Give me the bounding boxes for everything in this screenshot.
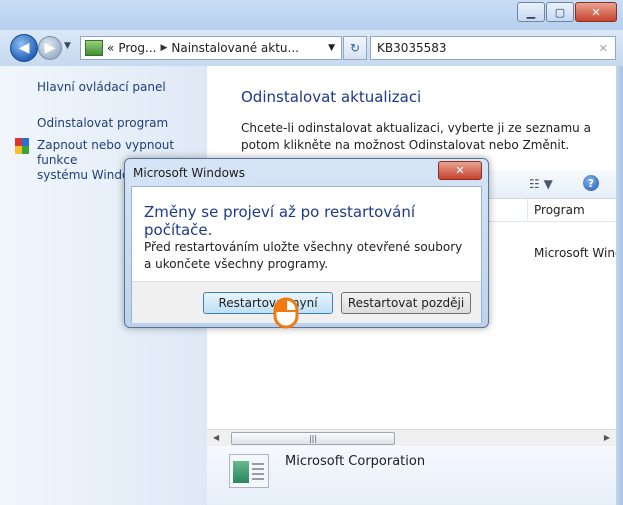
update-icon [229, 454, 269, 488]
minimize-button[interactable]: ▁ [517, 2, 545, 22]
maximize-button[interactable]: ▢ [546, 2, 574, 22]
back-button[interactable]: ◀ [10, 34, 38, 62]
breadcrumb-separator-icon[interactable]: ▶ [160, 43, 167, 53]
window-controls: ▁ ▢ ✕ [516, 2, 617, 22]
address-dropdown-icon[interactable]: ▼ [328, 43, 335, 53]
uac-shield-icon [15, 138, 29, 154]
restart-later-button[interactable]: Restartovat později [341, 292, 471, 314]
mouse-cursor-icon [273, 297, 299, 329]
dialog-button-bar: Restartovat nyní Restartovat později [132, 281, 481, 323]
dialog-title: Microsoft Windows [133, 166, 245, 180]
views-icon[interactable]: ☷ ▼ [529, 177, 553, 191]
breadcrumb-programs[interactable]: Prog... [118, 41, 156, 55]
page-description: Chcete-li odinstalovat aktualizaci, vybe… [241, 121, 591, 152]
column-header-program[interactable]: Program [527, 199, 585, 221]
dialog-heading: Změny se projeví až po restartování počí… [144, 203, 416, 239]
horizontal-scrollbar[interactable]: ◀ ||| ▶ [207, 429, 616, 447]
scrollbar-thumb[interactable]: ||| [231, 432, 395, 445]
dialog-body: Změny se projeví až po restartování počí… [131, 186, 482, 323]
address-bar[interactable]: « Prog... ▶ Nainstalované aktu... ▼ [80, 36, 342, 60]
control-panel-icon [85, 40, 103, 56]
restart-dialog: Microsoft Windows ✕ Změny se projeví až … [124, 158, 489, 328]
search-value: KB3035583 [377, 41, 447, 55]
close-button[interactable]: ✕ [575, 2, 617, 22]
forward-button[interactable]: ▶ [38, 36, 62, 60]
scroll-left-icon[interactable]: ◀ [213, 433, 219, 442]
details-pane: Microsoft Corporation [207, 446, 616, 505]
list-item-program[interactable]: Microsoft Windo [534, 246, 623, 260]
refresh-icon: ↻ [349, 41, 361, 55]
refresh-button[interactable]: ↻ [343, 36, 367, 60]
window-frame-edge [616, 66, 623, 505]
search-input[interactable]: KB3035583 ✕ [370, 36, 616, 60]
recent-pages-dropdown[interactable]: ▼ [64, 41, 71, 51]
address-prefix[interactable]: « [107, 41, 114, 55]
breadcrumb-installed-updates[interactable]: Nainstalované aktu... [171, 41, 299, 55]
window-titlebar: ▁ ▢ ✕ [0, 0, 623, 30]
page-title: Odinstalovat aktualizaci [241, 88, 422, 106]
dialog-message: Před restartováním uložte všechny otevře… [144, 240, 463, 271]
scroll-right-icon[interactable]: ▶ [604, 433, 610, 442]
back-arrow-icon: ◀ [18, 40, 30, 56]
clear-search-icon[interactable]: ✕ [599, 42, 608, 55]
link-control-panel-home[interactable]: Hlavní ovládací panel [37, 80, 166, 95]
forward-arrow-icon: ▶ [44, 40, 56, 56]
publisher-name: Microsoft Corporation [285, 454, 426, 469]
dialog-close-button[interactable]: ✕ [438, 161, 482, 180]
help-icon[interactable]: ? [583, 175, 599, 191]
navigation-bar: ◀ ▶ ▼ « Prog... ▶ Nainstalované aktu... … [0, 30, 623, 66]
restart-now-button[interactable]: Restartovat nyní [203, 292, 333, 314]
link-uninstall-program[interactable]: Odinstalovat program [37, 116, 168, 131]
